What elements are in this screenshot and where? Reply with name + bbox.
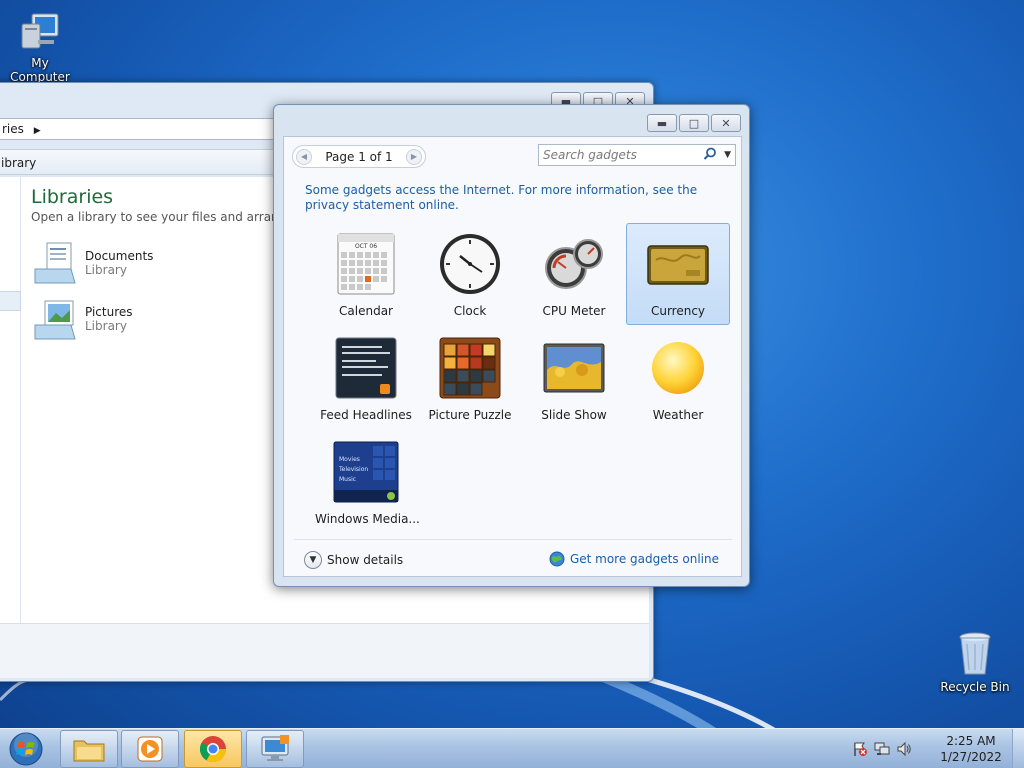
computer-icon (21, 13, 59, 49)
feed-headlines-icon (335, 337, 397, 399)
notification-area: 2:25 AM 1/27/2022 (852, 729, 1024, 768)
search-placeholder: Search gadgets (543, 148, 637, 162)
gadget-slide-show-label: Slide Show (541, 408, 607, 422)
chevron-right-icon: ▶ (410, 152, 418, 161)
calendar-month-text: OCT 06 (355, 243, 377, 250)
gallery-footer-divider (294, 539, 732, 540)
gadget-weather[interactable]: Weather (626, 327, 730, 429)
navigation-pane-selected-item[interactable] (0, 291, 21, 311)
currency-icon (647, 245, 709, 285)
command-bar-text[interactable]: ibrary (1, 156, 36, 170)
recycle-bin-desktop-icon[interactable]: Recycle Bin (935, 630, 1015, 694)
gadget-slide-show[interactable]: Slide Show (522, 327, 626, 429)
gadget-gallery-window[interactable]: ▬ □ ✕ ◀ Page 1 of 1 ▶ Search gadgets ▼ S… (273, 104, 750, 587)
my-computer-desktop-icon[interactable]: My Computer (0, 10, 80, 84)
gallery-maximize-button[interactable]: □ (679, 114, 709, 132)
gadget-calendar[interactable]: OCT 06 Calendar (314, 223, 418, 325)
pictures-library-item[interactable]: Pictures Library (31, 295, 133, 343)
gadget-clock-label: Clock (453, 304, 487, 318)
explorer-details-pane (0, 623, 649, 678)
chevron-left-icon: ◀ (300, 152, 308, 161)
gadget-windows-media-label: Windows Media... (315, 512, 420, 526)
monitor-icon (261, 735, 289, 761)
taskbar-media-player[interactable] (121, 730, 179, 768)
show-details-label: Show details (327, 553, 404, 567)
network-icon[interactable] (874, 741, 890, 757)
gallery-minimize-button[interactable]: ▬ (647, 114, 677, 132)
navigation-pane (0, 177, 21, 623)
system-clock[interactable]: 2:25 AM 1/27/2022 (930, 733, 1012, 765)
gallery-body: ◀ Page 1 of 1 ▶ Search gadgets ▼ Some ga… (283, 136, 742, 577)
calendar-icon: OCT 06 (337, 233, 395, 295)
documents-type: Library (85, 263, 127, 277)
gadget-cpu-meter[interactable]: CPU Meter (522, 223, 626, 325)
gallery-close-button[interactable]: ✕ (711, 114, 741, 132)
gadget-picture-puzzle-label: Picture Puzzle (428, 408, 512, 422)
media-menu-movies: Movies (339, 456, 360, 463)
taskbar-file-explorer[interactable] (60, 730, 118, 768)
windows-start-orb-icon (9, 732, 43, 766)
gadget-currency[interactable]: Currency (626, 223, 730, 325)
get-more-gadgets-link[interactable]: Get more gadgets online (549, 551, 719, 567)
windows-media-center-icon: Movies Television Music (333, 441, 399, 503)
volume-icon[interactable] (896, 741, 912, 757)
gadget-cpu-meter-label: CPU Meter (542, 304, 606, 318)
chevron-down-icon: ▼ (304, 551, 322, 569)
search-dropdown-arrow-icon[interactable]: ▼ (724, 145, 731, 165)
show-details-button[interactable]: ▼ Show details (304, 551, 403, 569)
weather-icon (652, 342, 704, 394)
media-menu-television: Television (338, 466, 368, 473)
pictures-library-icon (34, 300, 76, 340)
gadget-picture-puzzle[interactable]: Picture Puzzle (418, 327, 522, 429)
minimize-icon: ▬ (656, 116, 668, 130)
documents-label: Documents (85, 249, 154, 263)
gadget-calendar-label: Calendar (339, 304, 393, 318)
address-breadcrumb: ries (2, 122, 24, 136)
maximize-icon: □ (688, 116, 700, 130)
next-page-button[interactable]: ▶ (406, 148, 422, 165)
folder-icon (73, 740, 105, 762)
taskbar-remote-desktop[interactable] (246, 730, 304, 768)
libraries-heading: Libraries (31, 186, 114, 208)
get-more-gadgets-label: Get more gadgets online (569, 552, 719, 566)
picture-puzzle-icon (439, 337, 501, 399)
cpu-meter-icon (545, 239, 603, 289)
breadcrumb-arrow-icon[interactable]: ▶ (34, 126, 41, 136)
slide-show-icon (543, 343, 605, 393)
gadget-windows-media-center[interactable]: Movies Television Music Windows Media... (314, 431, 420, 533)
search-gadgets-input[interactable]: Search gadgets ▼ (538, 144, 736, 166)
chrome-icon (199, 736, 227, 763)
previous-page-button[interactable]: ◀ (296, 148, 312, 165)
recycle-bin-label: Recycle Bin (940, 680, 1010, 694)
search-icon[interactable] (703, 147, 717, 161)
documents-library-icon (34, 242, 76, 284)
gadget-feed-headlines[interactable]: Feed Headlines (314, 327, 418, 429)
clock-time: 2:25 AM (946, 734, 996, 748)
show-desktop-button[interactable] (1012, 729, 1024, 768)
clock-date: 1/27/2022 (940, 750, 1002, 764)
media-menu-music: Music (339, 476, 356, 483)
gadget-clock[interactable]: Clock (418, 223, 522, 325)
recycle-bin-icon (959, 632, 991, 675)
page-navigator: ◀ Page 1 of 1 ▶ (292, 145, 426, 168)
documents-library-item[interactable]: Documents Library (31, 239, 153, 287)
gadget-currency-label: Currency (650, 304, 706, 318)
action-center-flag-icon[interactable] (852, 741, 868, 757)
taskbar-chrome[interactable] (184, 730, 242, 768)
close-icon: ✕ (721, 116, 731, 130)
pictures-type: Library (85, 319, 127, 333)
gadget-weather-label: Weather (652, 408, 704, 422)
my-computer-label: My Computer (10, 56, 70, 84)
libraries-subtitle: Open a library to see your files and arr… (31, 210, 303, 224)
clock-icon (440, 234, 500, 294)
pictures-label: Pictures (85, 305, 133, 319)
taskbar: 2:25 AM 1/27/2022 (0, 728, 1024, 768)
media-player-icon (137, 736, 163, 762)
gallery-window-controls: ▬ □ ✕ (647, 114, 741, 132)
internet-privacy-notice-link[interactable]: Some gadgets access the Internet. For mo… (305, 183, 725, 213)
gadget-feed-headlines-label: Feed Headlines (320, 408, 412, 422)
globe-icon (549, 551, 565, 567)
page-label: Page 1 of 1 (325, 149, 393, 164)
start-button[interactable] (6, 731, 46, 767)
